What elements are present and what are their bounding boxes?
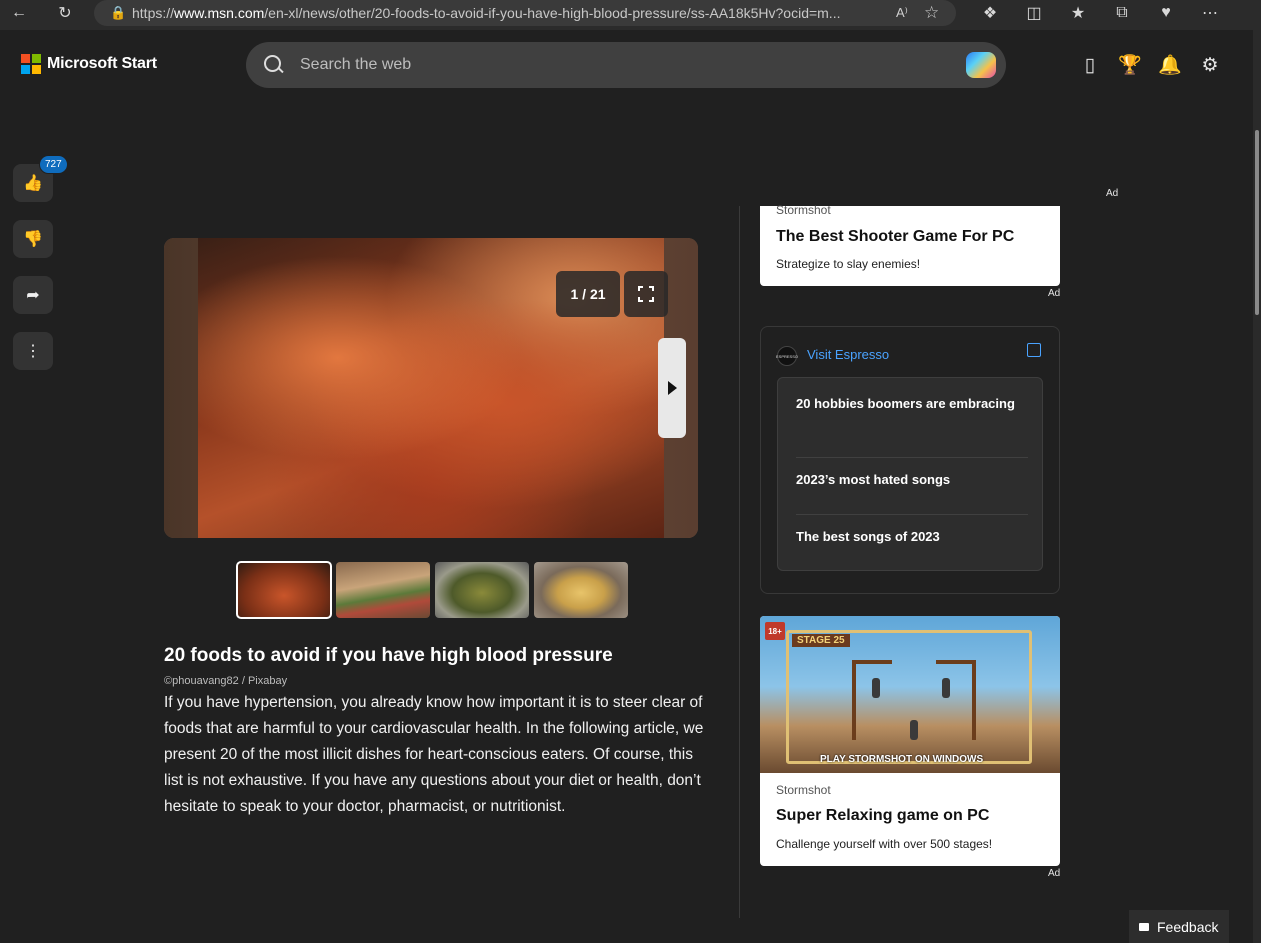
more-menu-icon[interactable]: ⋯ — [1190, 0, 1230, 26]
notifications-bell-icon[interactable]: 🔔 — [1158, 50, 1182, 80]
like-count-badge: 727 — [39, 155, 68, 174]
ad-game-image: 18+ STAGE 25 PLAY STORMSHOT ON WINDOWS — [760, 616, 1060, 773]
feedback-label: Feedback — [1157, 918, 1219, 935]
search-bar — [246, 42, 1006, 88]
brand-logo[interactable]: Microsoft Start — [21, 54, 157, 74]
favorite-star-icon[interactable]: ☆ — [924, 3, 956, 23]
visit-espresso-link[interactable]: Visit Espresso — [807, 347, 889, 362]
url-text: https://www.msn.com/en-xl/news/other/20-… — [132, 5, 841, 21]
share-icon: ➦ — [26, 287, 40, 304]
dislike-button[interactable]: 👎 — [13, 220, 53, 258]
thumbnail-soup[interactable] — [534, 562, 628, 618]
favorites-icon[interactable]: ★ — [1058, 0, 1098, 26]
ad-label: Ad — [1106, 188, 1119, 199]
settings-gear-icon[interactable]: ⚙ — [1198, 50, 1222, 80]
list-item[interactable]: The best songs of 2023 — [796, 527, 1028, 547]
chevron-right-icon — [667, 381, 677, 395]
thumbnail-bacon[interactable] — [236, 561, 332, 619]
split-screen-icon[interactable]: ◫ — [1014, 0, 1054, 26]
ad-card-stormshot-shooter[interactable]: Stormshot The Best Shooter Game For PC S… — [760, 203, 1060, 286]
next-slide-button[interactable] — [658, 338, 686, 438]
ad-label: Ad — [1048, 868, 1061, 879]
fullscreen-button[interactable] — [624, 271, 668, 317]
external-link-icon[interactable] — [1027, 343, 1041, 357]
ad-card-stormshot-relaxing[interactable]: 18+ STAGE 25 PLAY STORMSHOT ON WINDOWS S… — [760, 616, 1060, 866]
ad-label: Ad — [1048, 288, 1061, 299]
lock-icon: 🔒 — [110, 5, 127, 20]
address-bar[interactable]: 🔒 https://www.msn.com/en-xl/news/other/2… — [94, 0, 956, 26]
thumbs-up-icon: 👍 — [23, 175, 43, 192]
image-credit: ©phouavang82 / Pixabay — [164, 675, 288, 687]
stage-label: STAGE 25 — [792, 634, 850, 647]
espresso-widget: ESPRESSO Visit Espresso 20 hobbies boome… — [760, 326, 1060, 594]
brand-name: Microsoft Start — [47, 55, 157, 72]
extensions-icon[interactable]: ❖ — [970, 0, 1010, 26]
ad-description: Strategize to slay enemies! — [776, 257, 921, 271]
share-button[interactable]: ➦ — [13, 276, 53, 314]
browser-essentials-icon[interactable]: ♥ — [1146, 0, 1186, 26]
thumbnail-sandwich[interactable] — [336, 562, 430, 618]
ad-title[interactable]: Super Relaxing game on PC — [776, 807, 989, 825]
list-item[interactable]: 20 hobbies boomers are embracing — [796, 394, 1028, 414]
search-icon[interactable] — [264, 55, 284, 75]
read-aloud-icon[interactable]: A⁾ — [896, 5, 924, 21]
slide-counter: 1 / 21 — [556, 271, 620, 317]
article-title: 20 foods to avoid if you have high blood… — [164, 645, 613, 666]
scrollbar-thumb[interactable] — [1255, 130, 1259, 315]
article-body: If you have hypertension, you already kn… — [164, 694, 704, 815]
mobile-app-icon[interactable]: ▯ — [1078, 50, 1102, 80]
thumbs-down-icon: 👎 — [23, 231, 43, 248]
more-options-button[interactable]: ⋮ — [13, 332, 53, 370]
feedback-button[interactable]: Feedback — [1129, 910, 1229, 943]
espresso-logo: ESPRESSO — [776, 346, 798, 366]
ad-brand: Stormshot — [776, 783, 831, 797]
age-rating-badge: 18+ — [765, 622, 785, 640]
ad-brand: Stormshot — [776, 203, 831, 217]
copilot-icon[interactable] — [966, 52, 996, 78]
back-icon[interactable]: ← — [4, 0, 34, 26]
collections-icon[interactable]: ⧉ — [1102, 0, 1142, 26]
feedback-icon — [1139, 922, 1149, 931]
column-divider — [739, 206, 740, 918]
espresso-story-list: 20 hobbies boomers are embracing 2023’s … — [777, 377, 1043, 571]
thumbnail-pickles[interactable] — [435, 562, 529, 618]
ad-title[interactable]: The Best Shooter Game For PC — [776, 228, 1014, 246]
play-banner: PLAY STORMSHOT ON WINDOWS — [820, 754, 984, 765]
list-item[interactable]: 2023’s most hated songs — [796, 470, 1028, 490]
slide-thumbnails — [236, 561, 628, 619]
fullscreen-icon — [638, 286, 654, 302]
ad-description: Challenge yourself with over 500 stages! — [776, 837, 993, 851]
rewards-trophy-icon[interactable]: 🏆 — [1118, 50, 1142, 80]
microsoft-logo-icon — [21, 54, 41, 74]
refresh-icon[interactable]: ↻ — [50, 0, 80, 26]
slideshow-viewer: 1 / 21 — [164, 238, 698, 538]
search-input[interactable] — [300, 56, 966, 74]
browser-toolbar: ← ↻ 🔒 https://www.msn.com/en-xl/news/oth… — [0, 0, 1261, 30]
more-vertical-icon: ⋮ — [25, 343, 41, 360]
